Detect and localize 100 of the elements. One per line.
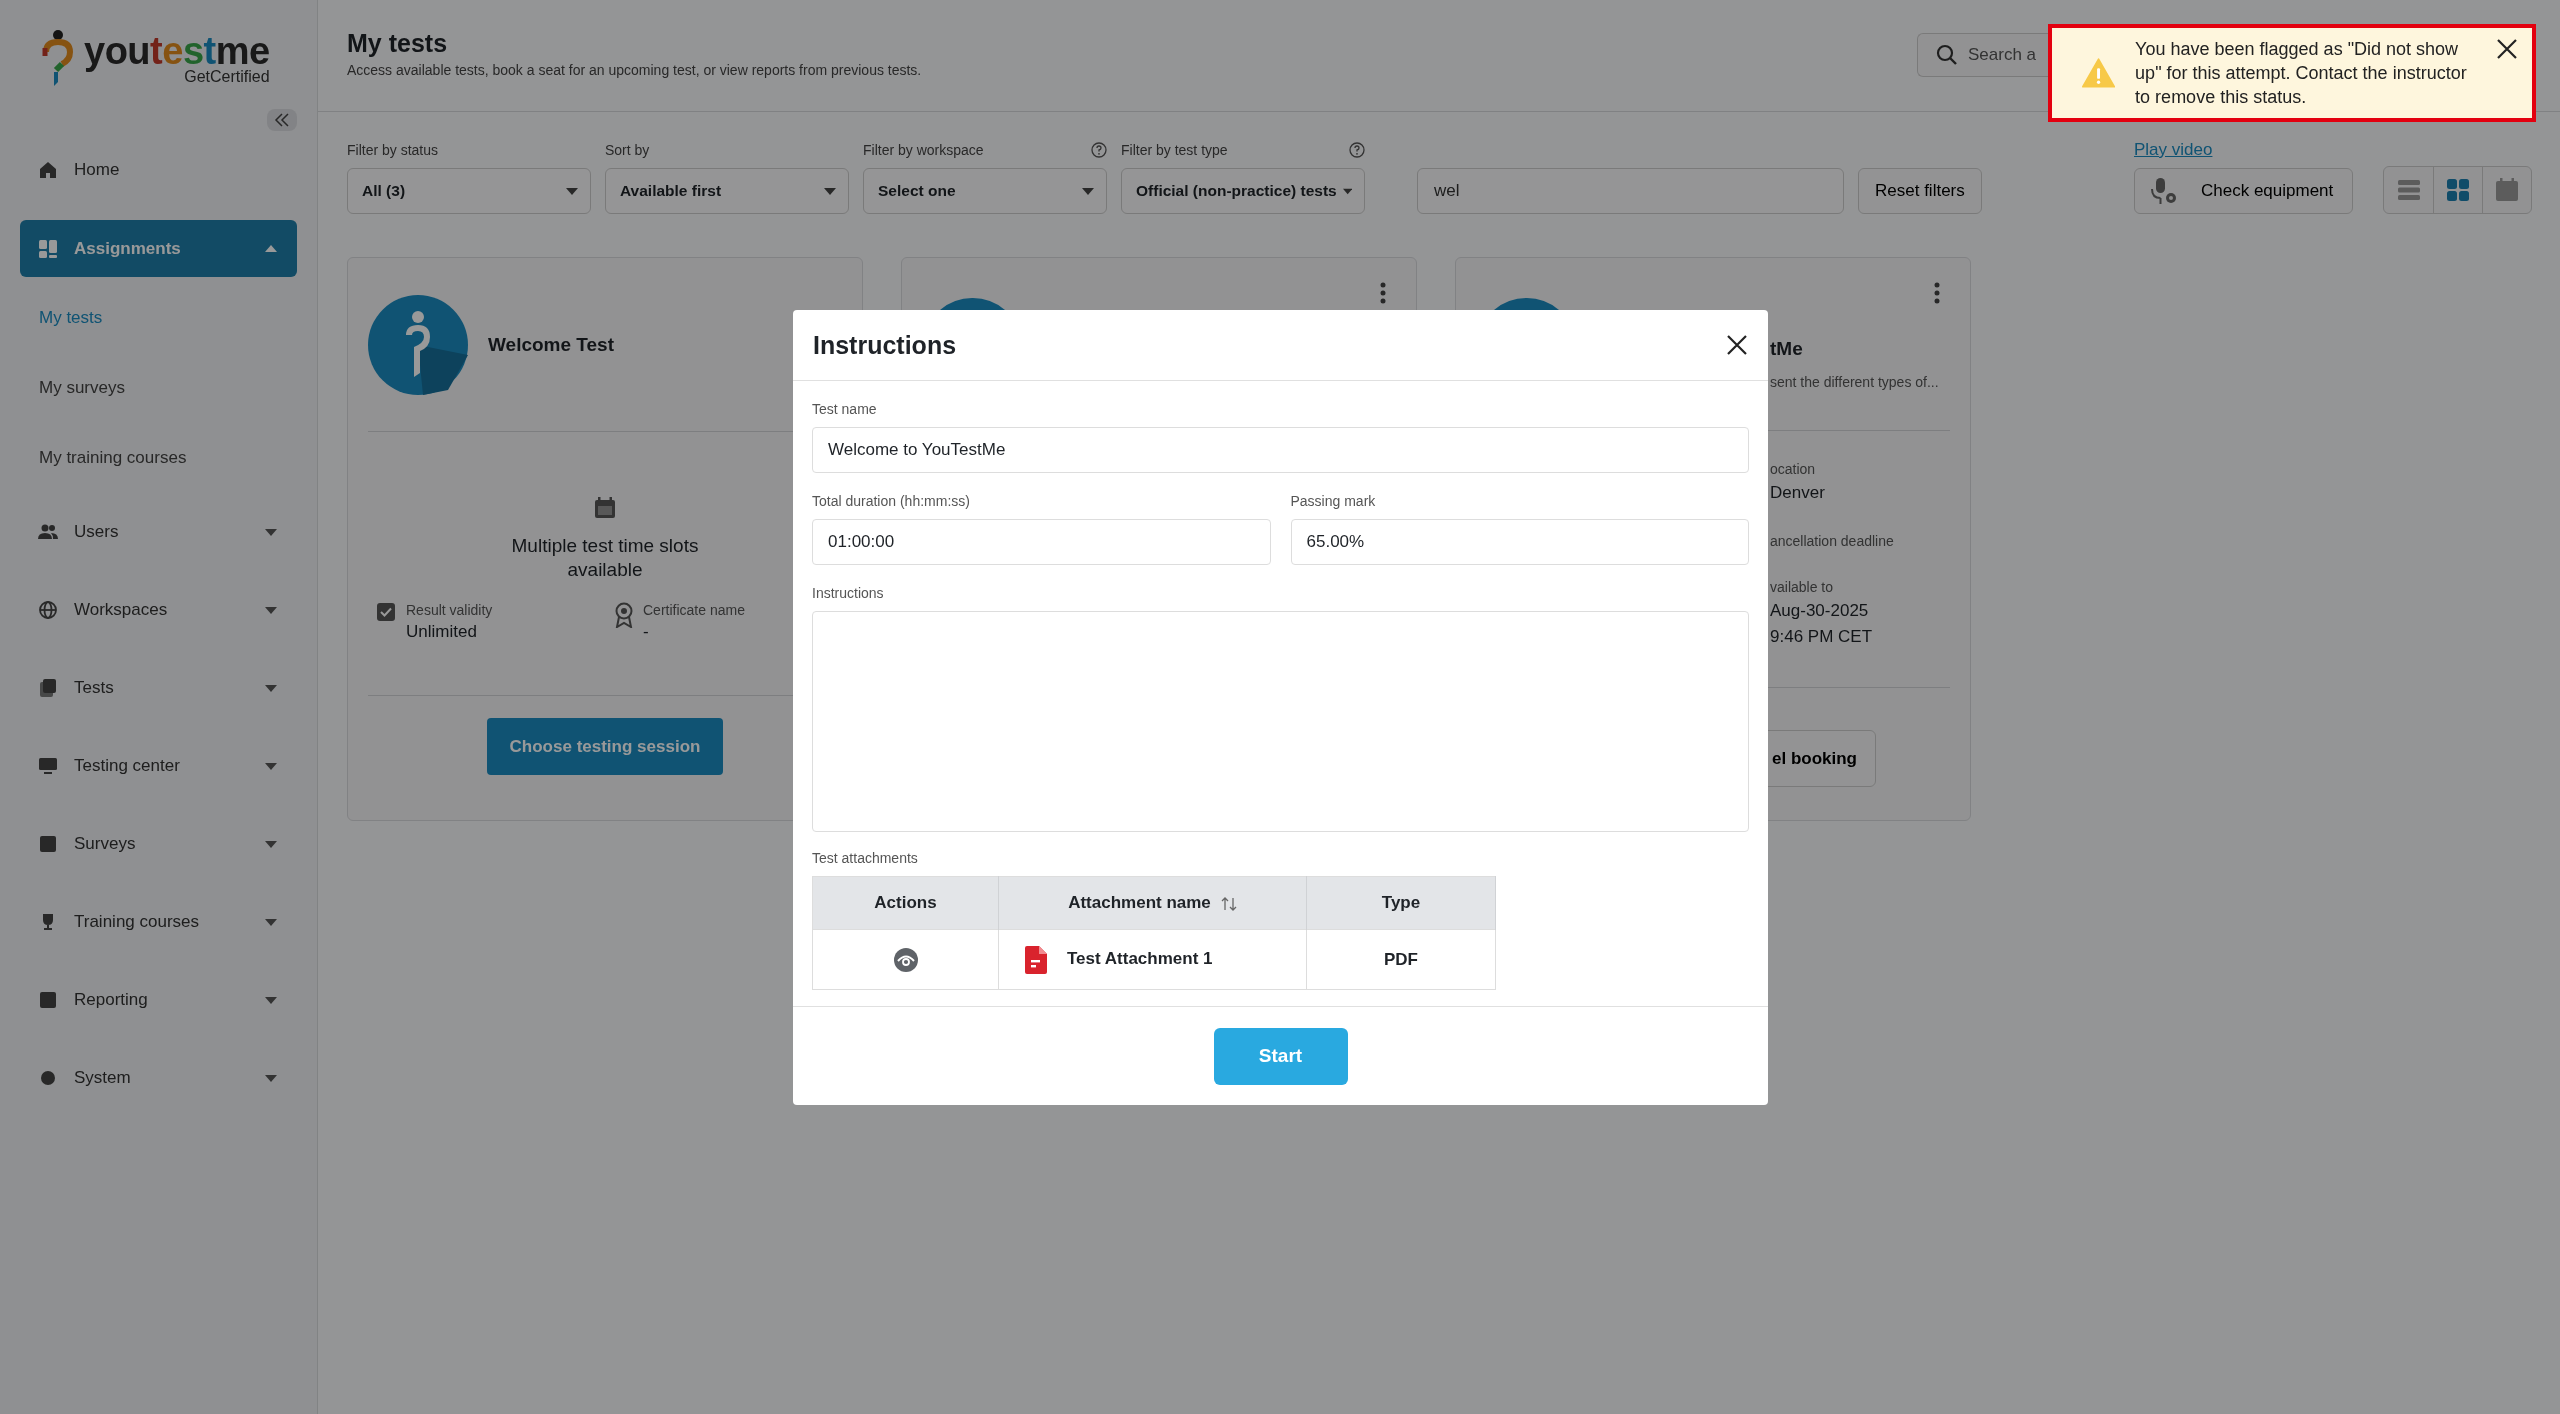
- fact-label: ocation: [1770, 461, 1817, 477]
- caret-icon: [265, 606, 277, 614]
- caret-icon: [265, 245, 277, 252]
- sidebar-item[interactable]: Tests: [20, 649, 297, 727]
- fact-label: Certificate name: [643, 602, 745, 618]
- warning-icon: [2082, 58, 2116, 88]
- more-options-icon[interactable]: [1380, 282, 1386, 304]
- field-label: Total duration (hh:mm:ss): [812, 493, 971, 509]
- calendar-icon: [593, 496, 617, 520]
- dropdown-caret-icon: [1342, 187, 1352, 195]
- table-cell: Test Attachment 1: [1067, 949, 1213, 968]
- fact-value: Aug-30-2025: [1770, 601, 1870, 621]
- sidebar-item[interactable]: Workspaces: [20, 571, 297, 649]
- caret-icon: [265, 684, 277, 692]
- fact-value: Denver: [1770, 483, 1826, 503]
- caret-icon: [265, 1074, 277, 1082]
- time-slots-text: Multiple test time slots available: [510, 534, 700, 582]
- column-header[interactable]: Attachment name: [998, 876, 1307, 930]
- calendar-icon: [2494, 177, 2520, 203]
- fact-value: Unlimited: [406, 622, 478, 642]
- fact-value: 9:46 PM CET: [1770, 627, 1874, 647]
- dropdown-caret-icon: [566, 187, 578, 195]
- column-header: Actions: [812, 876, 999, 930]
- double-chevron-icon: [274, 113, 290, 127]
- sidebar-item[interactable]: Users: [20, 493, 297, 571]
- dropdown-caret-icon: [824, 187, 836, 195]
- column-header: Type: [1306, 876, 1496, 930]
- help-icon[interactable]: [1091, 142, 1107, 158]
- avatar-icon: [940, 298, 1005, 310]
- choose-session-button[interactable]: Choose testing session: [487, 718, 723, 775]
- filter-label: Filter by workspace: [863, 142, 984, 158]
- play-video-link[interactable]: Play video: [2134, 140, 2213, 160]
- collapse-button[interactable]: [267, 109, 297, 131]
- test-name-field[interactable]: Welcome to YouTestMe: [812, 427, 1749, 473]
- passing-mark-field[interactable]: 65.00%: [1290, 519, 1749, 565]
- logo-tagline: GetCertified: [184, 68, 270, 86]
- reset-filters-button[interactable]: Reset filters: [1858, 168, 1982, 214]
- fact-label: ancellation deadline: [1770, 533, 1895, 549]
- dropdown-caret-icon: [1082, 187, 1094, 195]
- caret-icon: [265, 840, 277, 848]
- filter-dropdown[interactable]: Official (non-practice) tests: [1121, 168, 1365, 214]
- filter-dropdown[interactable]: All (3): [347, 168, 591, 214]
- start-button[interactable]: Start: [1213, 1027, 1348, 1085]
- caret-icon: [265, 528, 277, 536]
- sidebar-item[interactable]: Assignments: [20, 220, 297, 277]
- caret-icon: [265, 762, 277, 770]
- sidebar-item[interactable]: Home: [20, 140, 297, 200]
- help-icon[interactable]: [1349, 142, 1365, 158]
- view-icon[interactable]: [892, 946, 919, 973]
- duration-field[interactable]: 01:00:00: [812, 519, 1271, 565]
- close-icon[interactable]: [2496, 38, 2518, 60]
- sidebar-subitem[interactable]: My training courses: [20, 423, 297, 493]
- sidebar-subitem[interactable]: My surveys: [20, 353, 297, 423]
- sidebar-item[interactable]: System: [20, 1039, 297, 1117]
- microphone-gear-icon: [2149, 177, 2179, 205]
- close-icon[interactable]: [1726, 334, 1748, 356]
- fact-label: vailable to: [1770, 579, 1835, 595]
- fact-label: Result validity: [406, 602, 493, 618]
- sidebar-item[interactable]: Surveys: [20, 805, 297, 883]
- caret-icon: [265, 996, 277, 1004]
- sidebar-item[interactable]: Testing center: [20, 727, 297, 805]
- more-options-icon[interactable]: [1934, 282, 1940, 304]
- sidebar-subitem[interactable]: My tests: [20, 283, 297, 353]
- sidebar-item[interactable]: Reporting: [20, 961, 297, 1039]
- page-title: My tests: [347, 29, 449, 58]
- tests-icon: [38, 678, 58, 698]
- filter-label: Sort by: [605, 142, 650, 158]
- sort-icon[interactable]: [1220, 895, 1237, 912]
- field-label: Instructions: [812, 585, 885, 601]
- grid-icon: [2445, 177, 2471, 203]
- field-label: Test attachments: [812, 850, 919, 866]
- fact-value: -: [643, 622, 650, 642]
- filter-dropdown[interactable]: Available first: [605, 168, 849, 214]
- toast-message: You have been flagged as "Did not show up" for this attempt. Contact the instructor to remove this status.: [2135, 38, 2468, 109]
- card-title: Welcome Test: [488, 333, 614, 356]
- instructions-field[interactable]: [812, 611, 1749, 832]
- check-equipment-button[interactable]: Check equipment: [2134, 168, 2353, 214]
- dialog-title: Instructions: [813, 330, 957, 360]
- users-icon: [38, 522, 58, 542]
- checkbox-icon: [376, 602, 398, 624]
- globe-icon: [38, 600, 58, 620]
- home-icon: [38, 160, 58, 180]
- search-icon: [1936, 44, 1958, 66]
- page-subtitle: Access available tests, book a seat for an upcoming test, or view reports from previous tests.: [347, 62, 922, 78]
- filter-label: Filter by test type: [1121, 142, 1228, 158]
- field-label: Test name: [812, 401, 878, 417]
- filter-label: Filter by status: [347, 142, 439, 158]
- sidebar-item[interactable]: Training courses: [20, 883, 297, 961]
- pdf-file-icon: [1025, 945, 1047, 974]
- card-title: tMe: [1770, 338, 1804, 360]
- avatar-icon: [1494, 298, 1559, 310]
- field-label: Passing mark: [1290, 493, 1377, 509]
- grid-icon: [38, 238, 58, 259]
- monitor-icon: [38, 756, 58, 776]
- filter-dropdown[interactable]: Select one: [863, 168, 1107, 214]
- avatar-icon: [368, 294, 468, 395]
- name-filter-field[interactable]: wel: [1417, 168, 1844, 214]
- card-description: sent the different types of...: [1770, 374, 1940, 390]
- award-ribbon-icon: [613, 602, 635, 628]
- caret-icon: [265, 918, 277, 926]
